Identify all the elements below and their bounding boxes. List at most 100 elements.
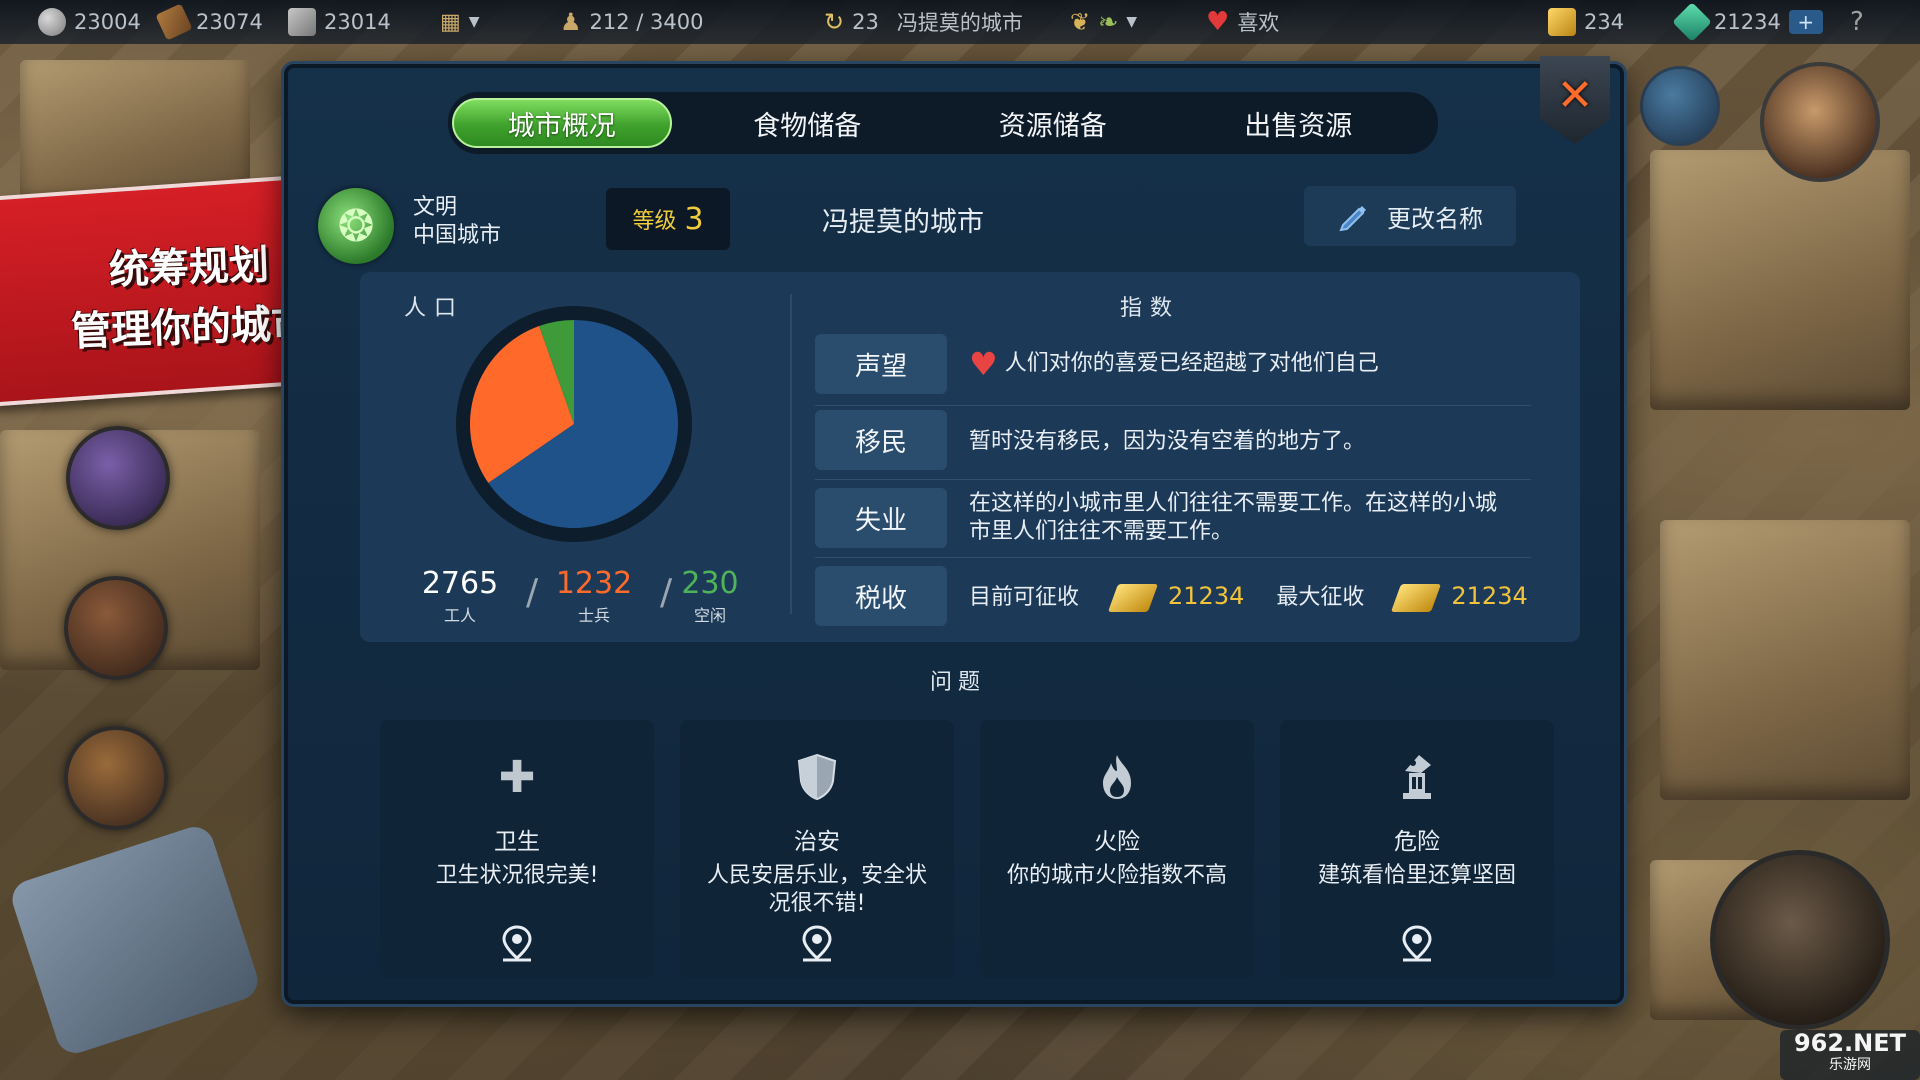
pie-svg	[470, 320, 678, 528]
level-value: 3	[684, 201, 704, 237]
backpack-menu-button[interactable]	[64, 576, 168, 680]
problem-title: 火险	[1094, 829, 1140, 855]
refresh-icon: ↻	[824, 8, 845, 36]
reputation-tag[interactable]: 声望	[815, 334, 947, 394]
mood-value: 喜欢	[1237, 11, 1280, 35]
pencil-icon	[1339, 206, 1366, 232]
close-button[interactable]: ✕	[1540, 56, 1610, 144]
unemployment-text: 在这样的小城市里人们往往不需要工作。在这样的小城市里人们往往不需要工作。	[969, 491, 1498, 544]
problem-title: 危险	[1394, 829, 1440, 855]
tab-city-overview[interactable]: 城市概况	[452, 98, 672, 148]
coin-value: 23004	[74, 10, 141, 34]
gem-value: 21234	[1714, 10, 1781, 34]
dragon-emblem-icon: ❂	[318, 188, 394, 264]
harvest-dropdown[interactable]: ❦ ❧ ▼	[1070, 0, 1137, 44]
locate-pin-icon[interactable]	[797, 924, 837, 964]
unemployment-tag[interactable]: 失业	[815, 488, 947, 548]
stone-value: 23014	[324, 10, 391, 34]
coin-icon	[38, 8, 66, 36]
population-pie-chart	[456, 306, 692, 542]
site-watermark: 962.NET 乐游网	[1780, 1030, 1920, 1080]
tax-details: 目前可征收 21234 最大征收 21234	[969, 582, 1528, 612]
gold-icon	[1548, 8, 1576, 36]
unemployment-row: 失业 在这样的小城市里人们往往不需要工作。在这样的小城市里人们往往不需要工作。	[815, 480, 1531, 558]
idle-label: 空闲	[693, 606, 726, 625]
tax-tag[interactable]: 税收	[815, 566, 947, 626]
problem-desc: 卫生状况很完美!	[435, 863, 599, 888]
tax-max-label: 最大征收	[1276, 585, 1365, 610]
tab-food-reserve[interactable]: 食物储备	[698, 98, 917, 148]
building-icon: ▦	[440, 9, 461, 35]
immigration-text: 暂时没有移民，因为没有空着的地方了。	[969, 429, 1366, 454]
problem-card-sanitation: ✚ 卫生 卫生状况很完美!	[380, 720, 654, 978]
problem-card-fire: 火险 你的城市火险指数不高	[980, 720, 1254, 978]
immigration-row: 移民 暂时没有移民，因为没有空着的地方了。	[815, 406, 1531, 480]
locate-pin-icon[interactable]	[497, 924, 537, 964]
gem-counter[interactable]: 21234 +	[1672, 0, 1823, 44]
stone-counter[interactable]: 23014	[288, 0, 391, 44]
tab-resource-reserve[interactable]: 资源储备	[943, 98, 1162, 148]
city-info-box: 人口 2765 工人 / 1232 士兵 / 230 空闲 指数 声望 ♥ 人们…	[360, 272, 1580, 642]
leaf-icon: ❧	[1098, 8, 1119, 36]
help-button[interactable]: ?	[1850, 0, 1864, 44]
level-badge: 等级 3	[606, 188, 730, 250]
city-overview-panel: 城市概况 食物储备 资源储备 出售资源 ✕ ❂ 文明 中国城市 等级 3 冯提莫…	[284, 56, 1624, 1004]
problem-desc: 人民安居乐业，安全状况很不错!	[706, 863, 927, 916]
advisor-avatar[interactable]	[1760, 62, 1880, 182]
fire-icon	[1090, 750, 1144, 804]
market-menu-button[interactable]	[64, 726, 168, 830]
population-counter[interactable]: ♟ 212 / 3400	[560, 0, 703, 44]
problem-title: 治安	[794, 829, 840, 855]
idle-value: 230	[681, 566, 739, 601]
reputation-row: 声望 ♥ 人们对你的喜爱已经超越了对他们自己	[815, 332, 1531, 406]
hammer-button[interactable]	[1710, 850, 1890, 1030]
civilization-name: 中国城市	[413, 223, 502, 248]
problem-desc: 你的城市火险指数不高	[1006, 863, 1227, 888]
ruins-icon	[1390, 750, 1444, 804]
tax-current-value: 21234	[1168, 582, 1245, 610]
person-icon: ♟	[560, 8, 582, 36]
gold-counter[interactable]: 234	[1548, 0, 1624, 44]
wood-value: 23074	[196, 10, 263, 34]
level-label: 等级	[632, 209, 677, 234]
wood-counter[interactable]: 23074	[155, 0, 263, 44]
reputation-text: 人们对你的喜爱已经超越了对他们自己	[1004, 351, 1379, 376]
problem-card-danger: 危险 建筑看恰里还算坚固	[1280, 720, 1554, 978]
reputation-text-wrap: ♥ 人们对你的喜爱已经超越了对他们自己	[969, 348, 1379, 380]
locate-pin-icon[interactable]	[1397, 924, 1437, 964]
tax-row: 税收 目前可征收 21234 最大征收 21234	[815, 558, 1531, 632]
mood-indicator[interactable]: ♥ 喜欢	[1206, 0, 1279, 44]
shield-icon	[790, 750, 844, 804]
potion-menu-button[interactable]	[66, 426, 170, 530]
turn-value: 23	[852, 10, 879, 34]
gold-bars-icon	[1391, 584, 1442, 612]
wheat-icon: ❦	[1070, 8, 1091, 36]
building-dropdown[interactable]: ▦ ▼	[440, 0, 480, 44]
close-icon: ✕	[1556, 70, 1594, 121]
soldiers-label: 士兵	[577, 606, 610, 625]
add-gems-button[interactable]: +	[1788, 10, 1823, 34]
population-title: 人口	[404, 296, 465, 321]
tax-max-value: 21234	[1451, 582, 1528, 610]
watermark-top: 962.NET	[1793, 1029, 1907, 1057]
turn-counter[interactable]: ↻ 23 冯提莫的城市	[824, 0, 1023, 44]
top-resource-bar: 23004 23074 23014 ▦ ▼ ♟ 212 / 3400 ↻ 23 …	[0, 0, 1920, 44]
indices-title: 指数	[1120, 296, 1181, 321]
plus-icon: ✚	[498, 751, 536, 803]
civilization-label: 文明 中国城市	[413, 194, 501, 250]
topbar-city-name: 冯提莫的城市	[896, 11, 1023, 35]
soldiers-value: 1232	[555, 566, 633, 601]
tab-bar: 城市概况 食物储备 资源储备 出售资源	[448, 92, 1438, 154]
chevron-down-icon: ▼	[468, 14, 480, 30]
immigration-tag[interactable]: 移民	[815, 410, 947, 470]
crown-icon[interactable]	[1640, 66, 1720, 146]
watermark-bottom: 乐游网	[1829, 1057, 1871, 1073]
background-building	[1650, 150, 1910, 410]
coin-counter[interactable]: 23004	[38, 0, 141, 44]
workers-value: 2765	[421, 566, 499, 601]
problem-desc: 建筑看恰里还算坚固	[1317, 863, 1516, 888]
tab-sell-resources[interactable]: 出售资源	[1189, 98, 1408, 148]
chevron-down-icon: ▼	[1126, 14, 1137, 30]
gold-value: 234	[1584, 10, 1625, 34]
rename-button[interactable]: 更改名称	[1304, 186, 1516, 246]
